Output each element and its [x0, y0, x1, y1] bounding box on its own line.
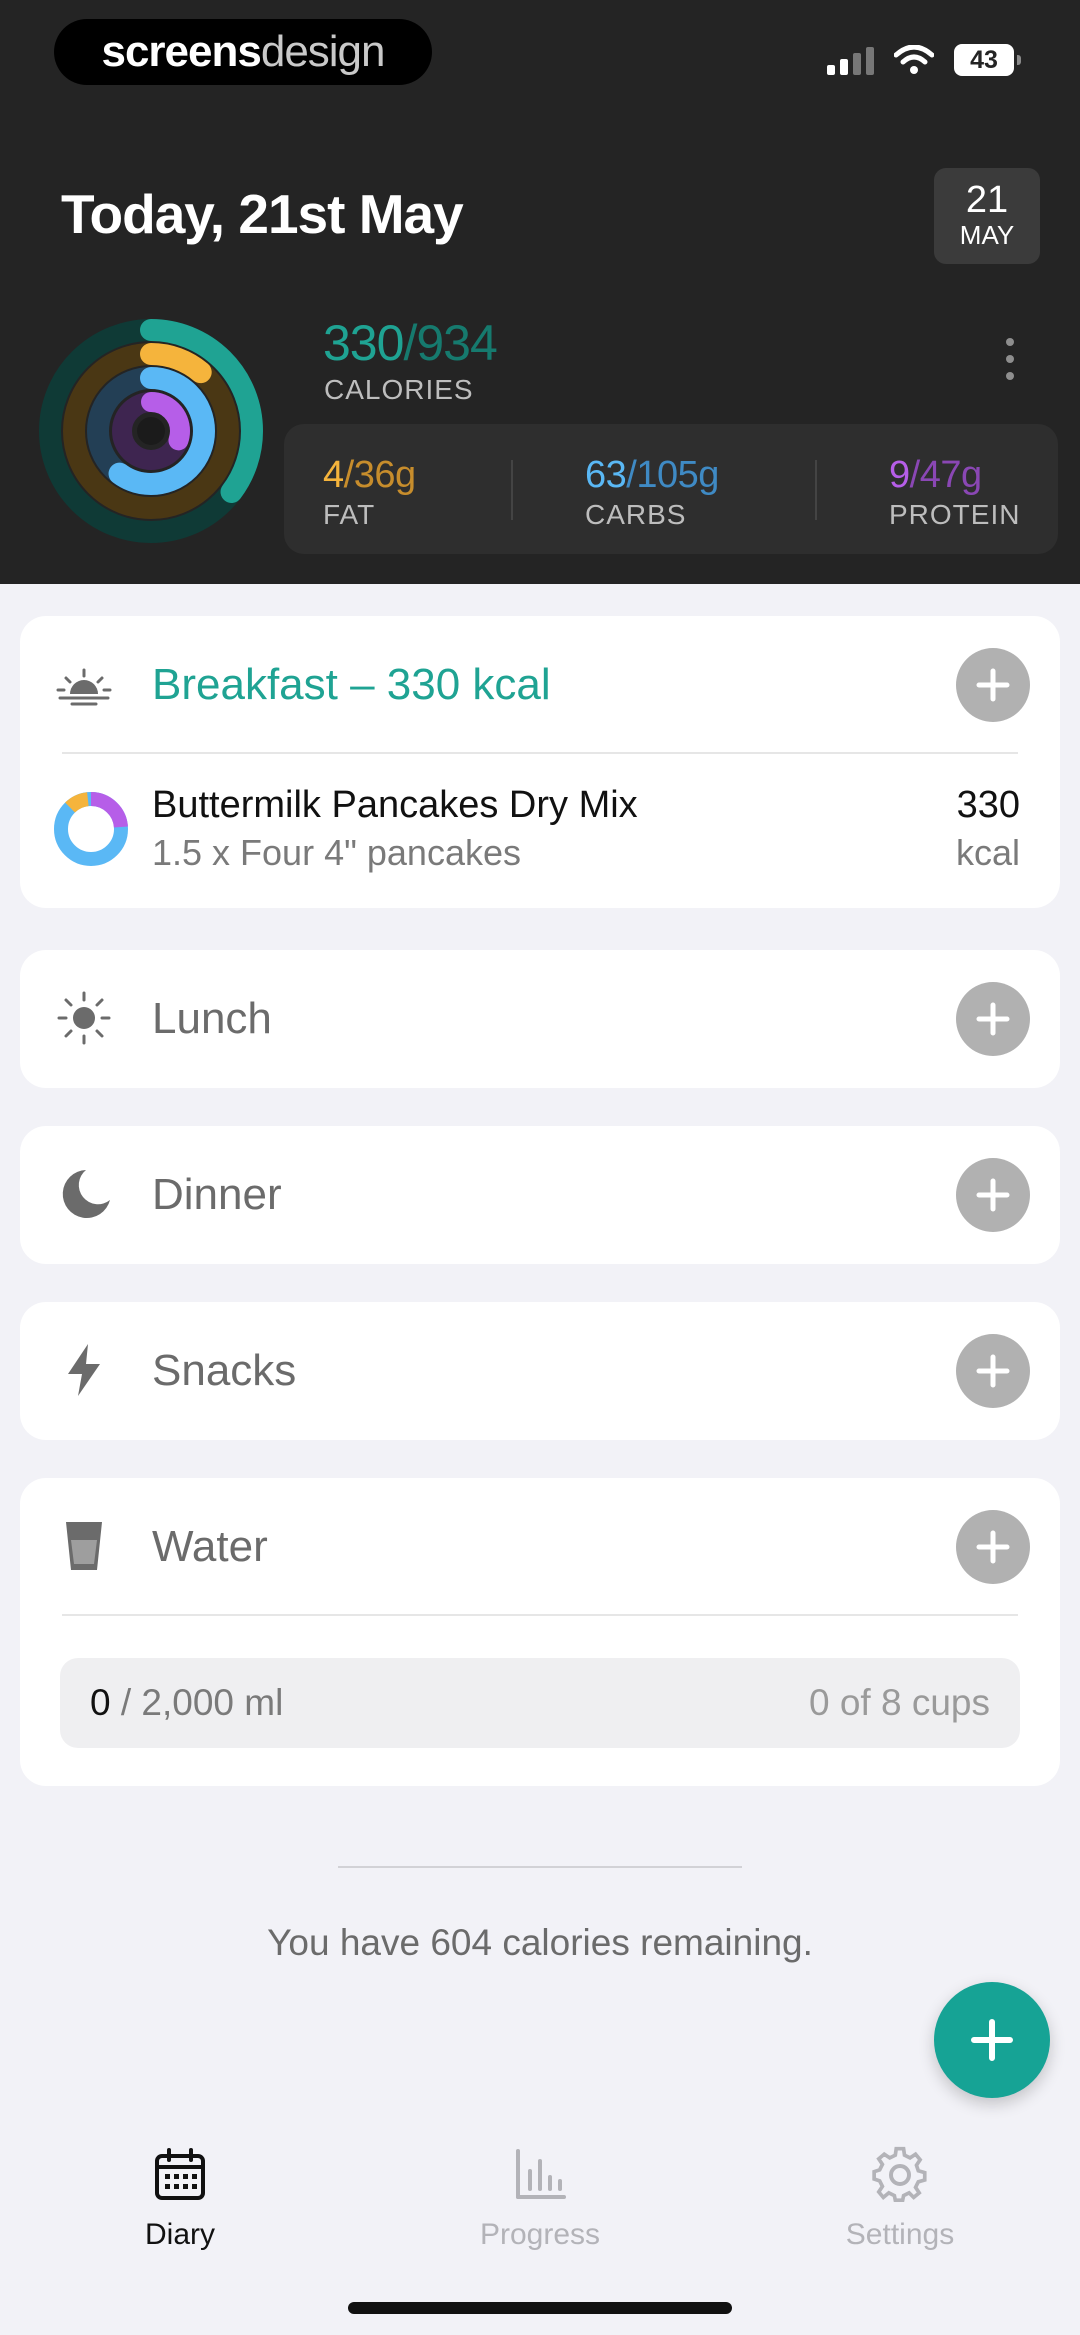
water-cups: 0 of 8 cups — [808, 1682, 990, 1723]
protein-current: 9 — [889, 454, 910, 496]
macro-divider — [815, 460, 817, 520]
header: screensdesign 43 Today, 21st May 21 MAY — [0, 0, 1080, 584]
tab-diary[interactable]: Diary — [50, 2140, 310, 2252]
protein-label: PROTEIN — [889, 499, 1021, 530]
water-current: 0 — [90, 1682, 111, 1723]
breakfast-card: Breakfast – 330 kcal Buttermilk Pancakes… — [20, 616, 1060, 908]
dinner-card: Dinner — [20, 1126, 1060, 1264]
calories-label: CALORIES — [324, 374, 474, 405]
food-item[interactable]: Buttermilk Pancakes Dry Mix 1.5 x Four 4… — [20, 756, 1060, 906]
home-indicator[interactable] — [348, 2302, 732, 2314]
carbs-label: CARBS — [585, 499, 687, 530]
snacks-card: Snacks — [20, 1302, 1060, 1440]
brand-sub: design — [260, 27, 386, 76]
glass-icon — [66, 1522, 102, 1570]
tab-label: Settings — [845, 2218, 955, 2251]
snacks-label: Snacks — [152, 1346, 297, 1395]
quick-add-button[interactable] — [934, 1982, 1050, 2098]
macro-carbs: 63/105g CARBS — [585, 454, 719, 531]
moon-icon — [62, 1170, 110, 1218]
add-lunch-button[interactable] — [956, 982, 1030, 1056]
plus-icon — [976, 1002, 1010, 1036]
snacks-header[interactable]: Snacks — [20, 1302, 1060, 1440]
food-name: Buttermilk Pancakes Dry Mix — [152, 784, 638, 826]
water-progress-bar[interactable]: 0 / 2,000 ml 0 of 8 cups — [60, 1658, 1020, 1748]
calories-value: 330/934 — [323, 314, 498, 372]
dinner-label: Dinner — [152, 1170, 282, 1219]
plus-icon — [976, 1354, 1010, 1388]
bar-chart-icon — [516, 2149, 566, 2199]
water-card: Water 0 / 2,000 ml 0 of 8 cups — [20, 1478, 1060, 1786]
add-dinner-button[interactable] — [956, 1158, 1030, 1232]
tab-settings[interactable]: Settings — [770, 2140, 1030, 2252]
water-amount: 0 / 2,000 ml — [90, 1682, 283, 1724]
status-icons: 43 — [827, 40, 1021, 80]
divider — [62, 1614, 1018, 1616]
date-month: MAY — [959, 220, 1015, 250]
protein-goal: /47g — [909, 454, 982, 496]
calories-goal: /934 — [403, 315, 497, 371]
page-title: Today, 21st May — [61, 183, 464, 245]
fat-label: FAT — [323, 499, 376, 530]
carbs-current: 63 — [585, 454, 627, 496]
nutrition-rings[interactable] — [36, 316, 266, 546]
food-kcal: 330 — [956, 784, 1020, 826]
brand-logo: screens design — [54, 19, 432, 85]
add-water-button[interactable] — [956, 1510, 1030, 1584]
food-kcal-unit: kcal — [955, 832, 1020, 873]
lunch-label: Lunch — [152, 994, 272, 1043]
macros-panel: 4/36g FAT 63/105g CARBS 9/47g PROTEIN — [284, 424, 1058, 554]
lunch-header[interactable]: Lunch — [20, 950, 1060, 1088]
tab-label: Progress — [479, 2218, 601, 2251]
breakfast-header[interactable]: Breakfast – 330 kcal — [20, 616, 1060, 754]
battery-icon: 43 — [954, 44, 1021, 76]
divider — [62, 752, 1018, 754]
date-picker-button[interactable]: 21 MAY — [934, 168, 1040, 264]
breakfast-label: Breakfast – 330 kcal — [152, 660, 551, 709]
macro-fat: 4/36g FAT — [323, 454, 416, 531]
lightning-icon — [68, 1344, 100, 1396]
water-header[interactable]: Water — [20, 1478, 1060, 1616]
food-macro-ring-icon — [54, 792, 128, 866]
brand-main: screens — [101, 27, 261, 76]
gear-icon — [872, 2146, 927, 2203]
water-label: Water — [152, 1522, 268, 1571]
add-breakfast-button[interactable] — [956, 648, 1030, 722]
more-options-icon[interactable] — [1006, 338, 1014, 380]
plus-icon — [971, 2019, 1013, 2061]
fat-current: 4 — [323, 454, 344, 496]
date-day: 21 — [965, 179, 1009, 221]
divider — [338, 1866, 742, 1868]
tab-label: Diary — [144, 2218, 215, 2251]
add-snacks-button[interactable] — [956, 1334, 1030, 1408]
plus-icon — [976, 1178, 1010, 1212]
signal-icon — [827, 45, 874, 75]
plus-icon — [976, 668, 1010, 702]
fat-goal: /36g — [343, 454, 416, 496]
plus-icon — [976, 1530, 1010, 1564]
lunch-card: Lunch — [20, 950, 1060, 1088]
calendar-icon — [155, 2148, 205, 2200]
wifi-icon — [894, 45, 934, 74]
sun-icon — [57, 991, 111, 1045]
water-goal: / 2,000 ml — [110, 1682, 284, 1723]
macro-protein: 9/47g PROTEIN — [889, 454, 1020, 531]
calories-remaining-text: You have 604 calories remaining. — [267, 1922, 813, 1963]
tab-progress[interactable]: Progress — [410, 2140, 670, 2252]
carbs-goal: /105g — [626, 454, 719, 496]
sunrise-icon — [56, 668, 112, 706]
food-serving: 1.5 x Four 4" pancakes — [152, 832, 521, 873]
calories-current: 330 — [323, 315, 404, 371]
dinner-header[interactable]: Dinner — [20, 1126, 1060, 1264]
macro-divider — [511, 460, 513, 520]
